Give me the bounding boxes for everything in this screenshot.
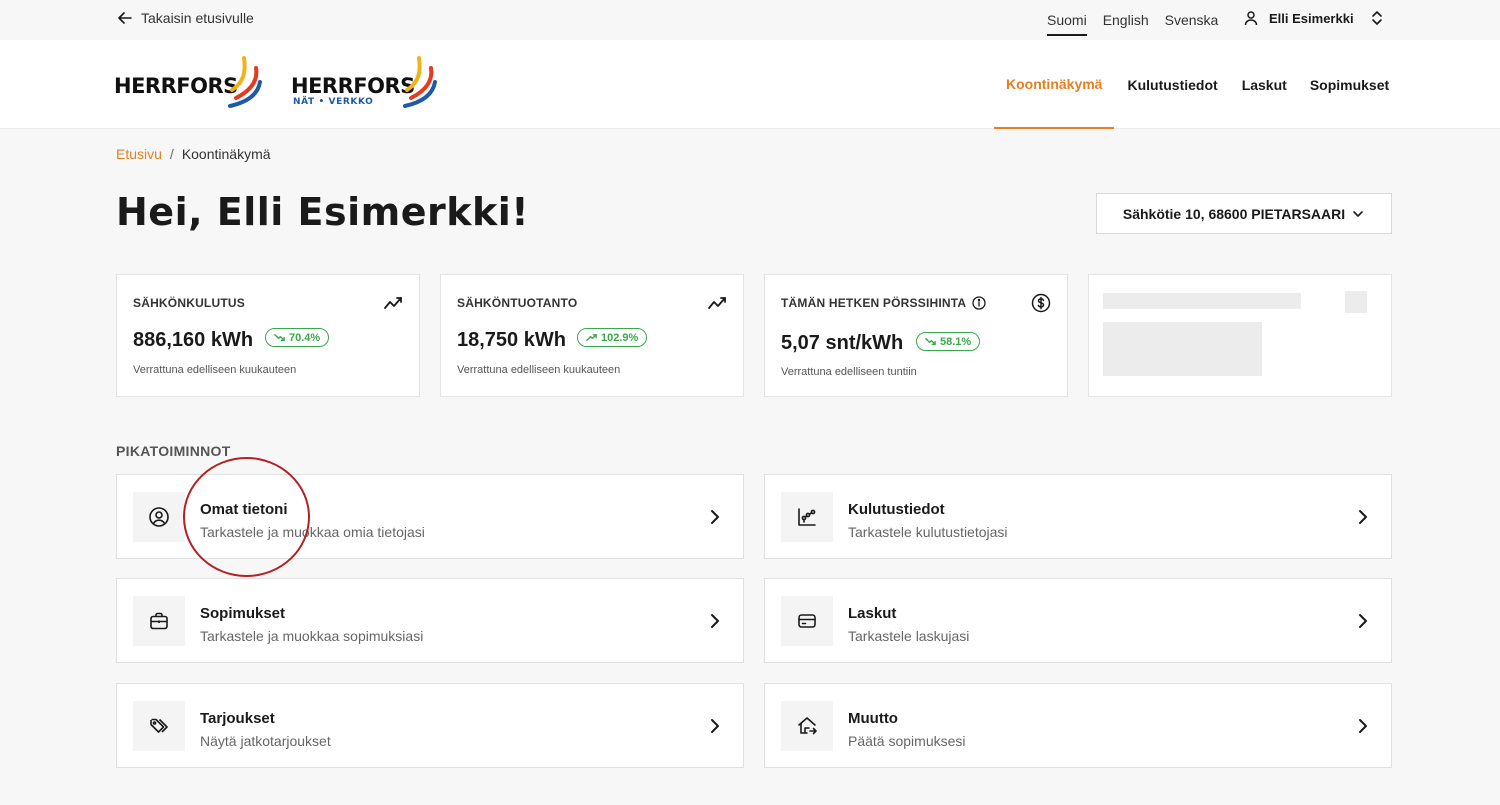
trend-down-icon [925, 338, 936, 345]
logo-subtitle: NÄT • VERKKO [293, 97, 374, 107]
chevron-right-icon [1359, 719, 1367, 733]
quick-action-subtitle: Tarkastele laskujasi [848, 628, 970, 644]
quick-action-subtitle: Päätä sopimuksesi [848, 733, 966, 749]
info-icon[interactable] [972, 296, 986, 310]
quick-action-subtitle: Tarkastele ja muokkaa sopimuksiasi [200, 628, 424, 644]
stat-card-production: SÄHKÖNTUOTANTO 18,750 kWh 102.9% Verratt… [440, 274, 744, 397]
quick-action-tarjoukset[interactable]: Tarjoukset Näytä jatkotarjoukset [116, 683, 744, 768]
briefcase-icon [150, 612, 168, 630]
herrfors-logo[interactable]: HERRFORS [114, 54, 264, 116]
quick-action-icon-box [133, 596, 185, 646]
lang-english[interactable]: English [1103, 12, 1149, 36]
breadcrumb-home[interactable]: Etusivu [116, 146, 162, 162]
lang-svenska[interactable]: Svenska [1165, 12, 1219, 36]
change-badge-up: 102.9% [577, 328, 648, 347]
stat-card-loading-skeleton [1088, 274, 1392, 397]
user-circle-icon [149, 507, 169, 527]
main-nav: Koontinäkymä Kulutustiedot Laskut Sopimu… [994, 40, 1389, 129]
quick-action-icon-box [781, 596, 833, 646]
change-value: 58.1% [940, 335, 972, 348]
stat-label: SÄHKÖNTUOTANTO [457, 296, 578, 310]
quick-action-title: Laskut [848, 605, 897, 622]
nav-laskut[interactable]: Laskut [1242, 40, 1287, 129]
quick-action-subtitle: Tarkastele ja muokkaa omia tietojasi [200, 524, 425, 540]
person-icon [1244, 11, 1258, 26]
trend-up-icon [586, 334, 597, 341]
logo-swoosh-icon [403, 56, 437, 108]
quick-action-omat-tietoni[interactable]: Omat tietoni Tarkastele ja muokkaa omia … [116, 474, 744, 559]
stat-value: 5,07 snt/kWh [781, 332, 904, 354]
quick-action-icon-box [133, 701, 185, 751]
user-menu[interactable]: Elli Esimerkki [1243, 10, 1384, 26]
breadcrumb-current: Koontinäkymä [181, 146, 271, 162]
user-name: Elli Esimerkki [1269, 10, 1354, 26]
skeleton-line [1103, 293, 1301, 309]
main-header: HERRFORS HERRFORS NÄT • VERKKO Koontinäk… [0, 40, 1500, 129]
quick-actions-title: PIKATOIMINNOT [116, 443, 231, 459]
quick-action-subtitle: Tarkastele kulutustietojasi [848, 524, 1008, 540]
quick-action-icon-box [133, 492, 185, 542]
quick-action-sopimukset[interactable]: Sopimukset Tarkastele ja muokkaa sopimuk… [116, 578, 744, 663]
nav-koontinakyma[interactable]: Koontinäkymä [994, 40, 1115, 129]
quick-action-title: Omat tietoni [200, 501, 288, 518]
herrfors-nat-verkko-logo[interactable]: HERRFORS NÄT • VERKKO [291, 54, 441, 116]
arrow-left-icon [118, 12, 132, 24]
chevron-right-icon [711, 719, 719, 733]
stat-caption: Verrattuna edelliseen kuukauteen [457, 364, 621, 376]
stat-caption: Verrattuna edelliseen kuukauteen [133, 364, 297, 376]
stat-label: TÄMÄN HETKEN PÖRSSIHINTA [781, 296, 967, 310]
chevron-right-icon [1359, 510, 1367, 524]
change-badge-down: 70.4% [265, 328, 330, 347]
trend-chart-icon [384, 297, 402, 309]
utility-bar: Takaisin etusivulle Suomi English Svensk… [0, 0, 1500, 40]
quick-action-title: Sopimukset [200, 605, 286, 622]
change-value: 70.4% [289, 331, 321, 344]
chevron-right-icon [711, 510, 719, 524]
stat-label-row: TÄMÄN HETKEN PÖRSSIHINTA [781, 296, 986, 310]
change-value: 102.9% [601, 331, 639, 344]
logo-swoosh-icon [228, 56, 262, 108]
change-badge-down: 58.1% [916, 332, 981, 351]
quick-action-icon-box [781, 492, 833, 542]
nav-kulutustiedot[interactable]: Kulutustiedot [1127, 40, 1217, 129]
chevron-up-down-icon [1371, 11, 1382, 25]
stat-value: 886,160 kWh [133, 329, 254, 351]
chart-icon [798, 508, 816, 526]
quick-action-title: Muutto [848, 710, 898, 727]
quick-action-title: Tarjoukset [200, 710, 275, 727]
skeleton-icon [1345, 291, 1367, 313]
chevron-down-icon [1353, 210, 1363, 217]
breadcrumb: Etusivu / Koontinäkymä [116, 146, 271, 162]
address-selector[interactable]: Sähkötie 10, 68600 PIETARSAARI [1096, 193, 1392, 234]
house-move-icon [798, 717, 817, 735]
credit-card-icon [798, 614, 816, 628]
quick-action-icon-box [781, 701, 833, 751]
trend-down-icon [274, 334, 285, 341]
back-label: Takaisin etusivulle [141, 10, 254, 26]
address-value: Sähkötie 10, 68600 PIETARSAARI [1122, 205, 1346, 222]
stat-caption: Verrattuna edelliseen tuntiin [781, 366, 917, 378]
tags-icon [150, 718, 168, 733]
quick-action-title: Kulutustiedot [848, 501, 945, 518]
trend-chart-icon [708, 297, 726, 309]
nav-sopimukset[interactable]: Sopimukset [1310, 40, 1389, 129]
back-to-home-link[interactable]: Takaisin etusivulle [117, 10, 254, 26]
stat-card-spot-price: TÄMÄN HETKEN PÖRSSIHINTA 5,07 snt/kWh 58… [764, 274, 1068, 397]
quick-action-laskut[interactable]: Laskut Tarkastele laskujasi [764, 578, 1392, 663]
chevron-right-icon [711, 614, 719, 628]
dollar-circle-icon [1031, 293, 1051, 313]
stat-card-consumption: SÄHKÖNKULUTUS 886,160 kWh 70.4% Verrattu… [116, 274, 420, 397]
quick-action-kulutustiedot[interactable]: Kulutustiedot Tarkastele kulutustietojas… [764, 474, 1392, 559]
lang-suomi[interactable]: Suomi [1047, 12, 1087, 36]
stat-label: SÄHKÖNKULUTUS [133, 296, 245, 310]
logo-wordmark: HERRFORS [114, 74, 238, 98]
page-title: Hei, Elli Esimerkki! [116, 190, 530, 234]
language-switcher: Suomi English Svenska [1047, 12, 1218, 36]
stat-value: 18,750 kWh [457, 329, 566, 351]
quick-action-subtitle: Näytä jatkotarjoukset [200, 733, 331, 749]
quick-action-muutto[interactable]: Muutto Päätä sopimuksesi [764, 683, 1392, 768]
chevron-right-icon [1359, 614, 1367, 628]
skeleton-block [1103, 322, 1262, 376]
breadcrumb-separator: / [169, 146, 174, 162]
